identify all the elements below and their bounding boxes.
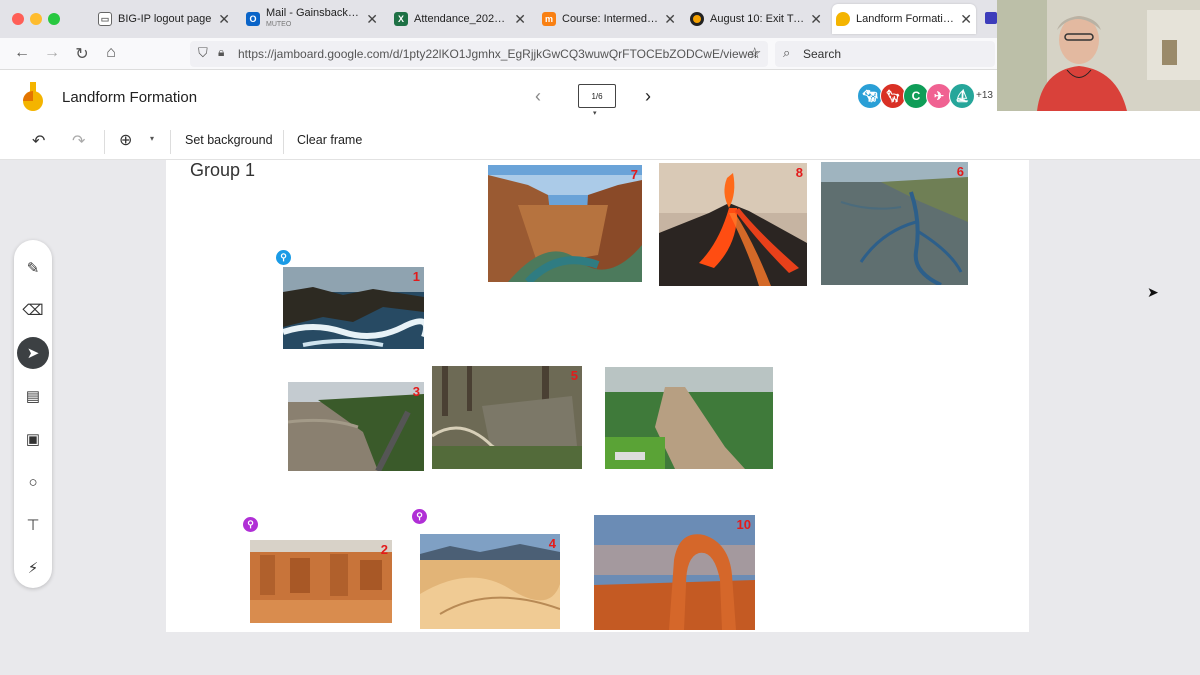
avatar[interactable]: ⛵︎	[949, 83, 975, 109]
close-tab-icon[interactable]: ✕	[664, 11, 676, 28]
toolbar-divider	[283, 130, 284, 154]
browser-tab-active[interactable]: Landform Formation - G ✕	[832, 4, 976, 34]
zoom-icon[interactable]: ⊕	[119, 130, 132, 150]
toolbar-divider	[170, 130, 171, 154]
zoom-dropdown-icon[interactable]: ▾	[150, 134, 154, 143]
pin-icon[interactable]: ⚲	[412, 509, 427, 524]
browser-tab[interactable]: O Mail - Gainsback, KatieMUTEO ✕	[242, 4, 382, 34]
landform-image-hoodoos[interactable]: 2	[250, 540, 392, 623]
home-icon[interactable]: ⌂	[101, 44, 121, 62]
image-number-label: 4	[548, 536, 556, 551]
close-window-button[interactable]	[12, 13, 24, 25]
jamboard-logo-icon	[23, 82, 43, 111]
image-number-label: 8	[795, 165, 803, 180]
reload-icon[interactable]: ↻	[72, 44, 92, 64]
page-icon: ▭	[98, 12, 112, 26]
sticky-note-tool-icon[interactable]: ▤	[17, 380, 49, 412]
nearpod-icon	[690, 12, 704, 26]
moodle-icon: m	[542, 12, 556, 26]
previous-frame-icon[interactable]: ‹	[535, 86, 541, 107]
browser-tab[interactable]: X Attendance_2021 Inter ✕	[390, 4, 530, 34]
landform-image-roots[interactable]: 5	[432, 366, 582, 469]
outlook-icon: O	[246, 12, 260, 26]
redo-icon[interactable]: ↷	[72, 131, 85, 151]
excel-icon: X	[394, 12, 408, 26]
browser-tab[interactable]: August 10: Exit Ticket ✕	[686, 4, 826, 34]
next-frame-icon[interactable]: ›	[645, 86, 651, 107]
image-number-label: 5	[570, 368, 578, 383]
jamboard-toolbar: ↶ ↷ ⊕ ▾ Set background Clear frame	[0, 124, 1200, 160]
select-tool-icon[interactable]: ➤	[17, 337, 49, 369]
search-input[interactable]: ⌕ Search	[775, 41, 995, 67]
overflow-tab-icon[interactable]	[985, 12, 997, 24]
maximize-window-button[interactable]	[48, 13, 60, 25]
frame-bar-button[interactable]: 1/6	[578, 84, 616, 108]
landform-image-volcano[interactable]: 8	[659, 163, 807, 286]
circle-shape-tool-icon[interactable]: ○	[17, 466, 49, 498]
bookmark-star-icon[interactable]: ☆	[748, 44, 761, 62]
landform-image-flood[interactable]: 3	[288, 382, 424, 471]
laser-tool-icon[interactable]: ⚡︎	[17, 552, 49, 584]
shield-icon: ⛉	[198, 45, 208, 60]
url-text: https://jamboard.google.com/d/1pty22lKO1…	[238, 47, 758, 61]
eraser-tool-icon[interactable]: ⌫	[17, 294, 49, 326]
pen-tool-icon[interactable]: ✎	[17, 252, 49, 284]
undo-icon[interactable]: ↶	[32, 131, 45, 151]
landform-image-arch[interactable]: 10	[594, 515, 755, 630]
image-number-label: 9	[764, 367, 771, 370]
url-bar[interactable]: ⛉ 🔒︎ https://jamboard.google.com/d/1pty2…	[190, 41, 768, 67]
landform-image-delta[interactable]: 6	[821, 162, 968, 285]
text-box-tool-icon[interactable]: ⊤	[17, 509, 49, 541]
landform-image-canyon[interactable]: 7	[488, 165, 642, 282]
toolbar-divider	[104, 130, 105, 154]
more-collaborators-count[interactable]: +13	[976, 90, 993, 101]
image-number-label: 10	[736, 517, 751, 532]
add-image-tool-icon[interactable]: ▣	[17, 423, 49, 455]
image-number-label: 7	[630, 167, 638, 182]
close-tab-icon[interactable]: ✕	[960, 11, 972, 28]
image-number-label: 1	[412, 269, 420, 284]
landform-image-coast[interactable]: 1	[283, 267, 424, 349]
browser-tab[interactable]: ▭ BIG-IP logout page ✕	[94, 4, 234, 34]
pin-icon[interactable]: ⚲	[276, 250, 291, 265]
image-number-label: 2	[380, 542, 388, 557]
clear-frame-button[interactable]: Clear frame	[297, 133, 362, 147]
lock-icon: 🔒︎	[218, 45, 225, 59]
frame-indicator: 1/6	[591, 91, 603, 101]
image-number-label: 3	[412, 384, 420, 399]
image-number-label: 6	[956, 164, 964, 179]
close-tab-icon[interactable]: ✕	[366, 11, 378, 28]
chevron-down-icon: ▾	[593, 110, 597, 117]
minimize-window-button[interactable]	[30, 13, 42, 25]
jamboard-icon	[836, 12, 850, 26]
search-icon: ⌕	[783, 45, 791, 60]
pin-icon[interactable]: ⚲	[243, 517, 258, 532]
mouse-cursor-icon: ➤	[1147, 284, 1159, 300]
close-tab-icon[interactable]: ✕	[810, 11, 822, 28]
close-tab-icon[interactable]: ✕	[514, 11, 526, 28]
webcam-video-feed	[997, 0, 1200, 111]
close-tab-icon[interactable]: ✕	[218, 11, 230, 28]
landform-image-landslide[interactable]: 9	[605, 367, 773, 469]
landform-image-dunes[interactable]: 4	[420, 534, 560, 629]
drawing-tools-panel: ✎ ⌫ ➤ ▤ ▣ ○ ⊤ ⚡︎	[14, 240, 52, 588]
set-background-button[interactable]: Set background	[185, 133, 273, 147]
forward-arrow-icon[interactable]: →	[42, 44, 62, 62]
browser-tab[interactable]: m Course: Intermediate P ✕	[538, 4, 680, 34]
back-arrow-icon[interactable]: ←	[12, 44, 32, 62]
document-title[interactable]: Landform Formation	[62, 89, 197, 106]
group-title-text[interactable]: Group 1	[190, 160, 255, 181]
